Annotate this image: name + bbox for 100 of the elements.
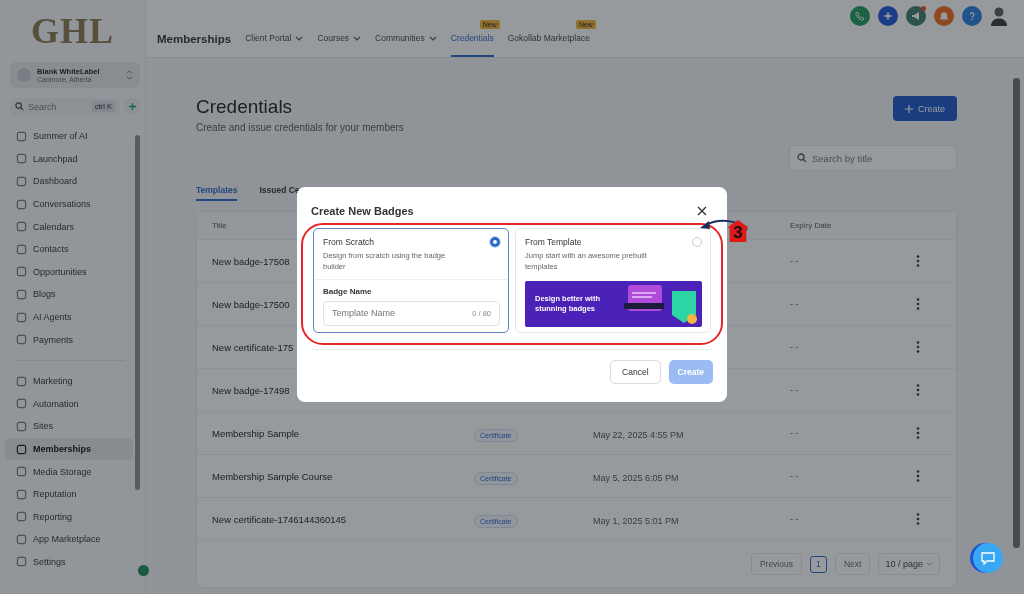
outline-square-icon	[16, 488, 27, 500]
sidebar-item[interactable]: Opportunities	[5, 260, 133, 284]
outline-square-icon	[16, 153, 27, 165]
avatar-icon[interactable]	[990, 6, 1008, 26]
logo: GHL	[30, 10, 115, 53]
chat-bubble-icon	[981, 551, 995, 565]
outline-square-icon	[16, 243, 27, 255]
more-icon[interactable]	[916, 341, 920, 353]
tab[interactable]: Issued Ce	[259, 185, 300, 201]
table-cell: Membership Sample Course	[212, 470, 333, 482]
table-cell-text: - -	[790, 428, 800, 438]
page-subtitle: Create and issue credentials for your members	[196, 122, 404, 133]
outline-square-icon	[16, 533, 27, 545]
column-header: Expiry Date	[790, 221, 833, 230]
sidebar-item[interactable]: Media Storage	[5, 460, 133, 483]
more-icon[interactable]	[916, 513, 920, 525]
outline-square-icon	[16, 398, 27, 410]
table-cell: New badge-17500	[212, 298, 290, 310]
search-input[interactable]: Search	[28, 101, 88, 112]
sidebar-item[interactable]: AI Agents	[5, 305, 133, 329]
table-cell-text: - -	[790, 385, 800, 395]
outline-square-icon	[16, 288, 27, 300]
more-icon[interactable]	[916, 298, 920, 310]
more-icon[interactable]	[916, 384, 920, 396]
chevron-down-icon	[926, 562, 933, 566]
outline-square-icon	[16, 466, 27, 478]
sidebar-item[interactable]: Memberships	[5, 437, 133, 461]
search-icon	[797, 153, 807, 163]
search-field[interactable]: Search by title	[789, 145, 957, 171]
previous-button[interactable]: Previous	[750, 553, 802, 575]
outline-square-icon	[16, 334, 27, 346]
sidebar-item[interactable]: Reporting	[5, 505, 133, 529]
sidebar-item[interactable]: Calendars	[5, 215, 133, 238]
outline-square-icon	[16, 443, 27, 455]
cancel-button[interactable]: Cancel	[610, 360, 661, 384]
nav-tab[interactable]: Communities	[375, 33, 437, 57]
plus-icon	[128, 102, 136, 110]
sidebar-item[interactable]: Blogs	[5, 283, 133, 306]
sparkle-icon[interactable]	[878, 6, 898, 26]
sidebar-item[interactable]: Automation	[5, 392, 133, 416]
status-avatar-icon	[138, 565, 149, 576]
close-icon[interactable]	[697, 206, 707, 216]
outline-square-icon	[16, 511, 27, 523]
search-icon	[15, 102, 24, 111]
outline-square-icon	[16, 221, 27, 233]
sidebar-item[interactable]: Contacts	[5, 237, 133, 261]
chat-button[interactable]	[973, 543, 1003, 573]
more-icon[interactable]	[916, 470, 920, 482]
table-cell-text: - -	[790, 256, 800, 266]
table-cell: Membership Sample	[212, 427, 300, 439]
column-header: Title	[212, 221, 228, 230]
page-number[interactable]: 1	[809, 555, 827, 573]
outline-square-icon	[16, 198, 27, 210]
sidebar-item[interactable]: Dashboard	[5, 170, 133, 193]
table-cell: May 22, 2025 4:55 PM	[593, 430, 684, 440]
modal-title: Create New Badges	[311, 205, 414, 217]
more-icon[interactable]	[916, 255, 920, 267]
table-cell: New certificate-175	[212, 341, 294, 353]
outline-square-icon	[16, 176, 27, 187]
outline-square-icon	[16, 266, 27, 278]
sidebar-item[interactable]: Summer of AI	[5, 125, 133, 148]
outline-square-icon	[16, 375, 27, 387]
table-cell: New badge-17498	[212, 384, 290, 396]
outline-square-icon	[16, 130, 27, 142]
sidebar-item[interactable]: Launchpad	[5, 147, 133, 171]
page-size-select[interactable]: 10 / page	[878, 553, 940, 575]
table-cell-text: - -	[790, 342, 800, 352]
table-cell: May 5, 2025 6:05 PM	[593, 473, 679, 483]
sidebar-item[interactable]: Marketing	[5, 369, 133, 393]
table-cell-text: - -	[790, 471, 800, 481]
sidebar-item[interactable]: Reputation	[5, 482, 133, 506]
section-title: Memberships	[157, 33, 232, 47]
tab[interactable]: Templates	[196, 185, 238, 201]
nav-tab[interactable]: Courses	[317, 33, 362, 57]
search-input[interactable]: Search by title	[812, 152, 949, 164]
option-title: From Scratch	[323, 237, 375, 247]
phone-icon[interactable]	[850, 6, 870, 26]
nav-tab[interactable]: Client Portal	[245, 33, 304, 57]
table-cell: New badge-17508	[212, 255, 290, 267]
sidebar-item[interactable]: Sites	[5, 415, 133, 438]
create-button[interactable]: Create	[893, 96, 957, 121]
radio-button[interactable]	[490, 237, 500, 247]
sidebar-item[interactable]: Payments	[5, 328, 133, 351]
chevron-updown-icon	[126, 70, 133, 80]
table-cell-text: - -	[790, 514, 800, 524]
field-label: Badge Name	[323, 286, 373, 296]
sidebar-item[interactable]: Settings	[5, 550, 133, 574]
outline-square-icon	[16, 556, 27, 568]
megaphone-icon[interactable]	[906, 6, 926, 26]
plus-icon	[905, 104, 913, 113]
help-icon[interactable]	[962, 6, 982, 26]
option-title: From Template	[525, 237, 583, 247]
table-cell: May 1, 2025 5:01 PM	[593, 516, 679, 526]
table-cell: New certificate-1746144360145	[212, 513, 347, 525]
more-icon[interactable]	[916, 427, 920, 439]
next-button[interactable]: Next	[834, 553, 871, 575]
table-cell-text: - -	[790, 299, 800, 309]
sidebar-item[interactable]: Conversations	[5, 192, 133, 216]
outline-square-icon	[16, 311, 27, 323]
sidebar-item[interactable]: App Marketplace	[5, 528, 133, 551]
